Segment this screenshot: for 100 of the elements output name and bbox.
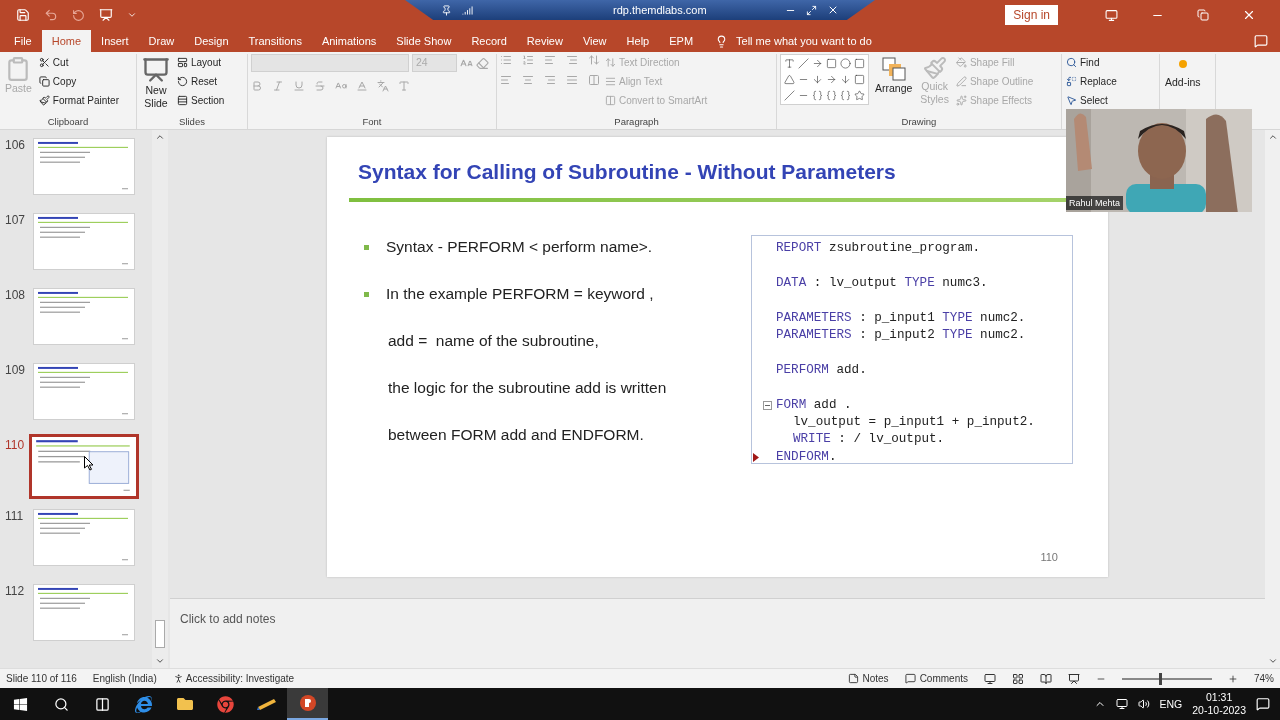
zoom-in-icon[interactable]	[1228, 673, 1238, 684]
reading-view-icon[interactable]	[1040, 672, 1052, 685]
powerpoint-icon[interactable]	[298, 694, 317, 712]
font-format-icon[interactable]	[356, 80, 368, 92]
ribbon-tab[interactable]: File	[4, 30, 42, 52]
ribbon-tab[interactable]: Draw	[138, 30, 185, 52]
ribbon-tab[interactable]: Record	[461, 30, 517, 52]
restore-icon[interactable]	[1197, 9, 1209, 21]
slide-thumbnail[interactable]	[29, 434, 139, 499]
scroll-down-icon[interactable]	[1267, 656, 1278, 666]
scroll-up-icon[interactable]	[1267, 132, 1278, 142]
list-format-icon[interactable]	[566, 54, 578, 66]
redo-icon[interactable]	[72, 8, 85, 22]
list-format-icon[interactable]	[544, 54, 556, 66]
alignment-icon[interactable]	[500, 74, 512, 86]
zoom-level[interactable]: 74%	[1254, 673, 1274, 684]
language-status[interactable]: English (India)	[92, 673, 157, 684]
undo-icon[interactable]	[44, 8, 58, 22]
scroll-down-icon[interactable]	[155, 656, 165, 666]
list-format-icon[interactable]	[500, 54, 512, 66]
save-icon[interactable]	[16, 8, 30, 22]
restore-icon[interactable]	[806, 4, 817, 16]
font-format-icon[interactable]	[314, 80, 326, 92]
comments-toggle[interactable]: Comments	[919, 673, 968, 684]
list-format-icon[interactable]	[588, 54, 600, 66]
alignment-icon[interactable]	[566, 74, 578, 86]
font-format-icon[interactable]	[335, 80, 347, 92]
comments-icon[interactable]	[1254, 34, 1268, 48]
ribbon-command[interactable]: Format Painter	[37, 92, 120, 109]
accessibility-status[interactable]: Accessibility: Investigate	[185, 673, 295, 684]
pin-icon[interactable]	[441, 4, 452, 16]
ribbon-display-icon[interactable]	[1104, 8, 1118, 22]
shapes-gallery[interactable]	[780, 54, 869, 105]
brace-icon	[826, 90, 837, 101]
ribbon-tab[interactable]: Help	[616, 30, 660, 52]
presentation-icon[interactable]	[99, 8, 113, 22]
volume-icon[interactable]	[1137, 698, 1150, 710]
notifications-icon[interactable]	[1256, 697, 1270, 711]
start-icon[interactable]	[13, 696, 28, 712]
font-format-icon[interactable]	[377, 80, 389, 92]
ribbon-command[interactable]: Layout	[176, 54, 226, 71]
scroll-up-icon[interactable]	[155, 132, 165, 142]
folder-icon[interactable]	[176, 696, 193, 712]
ribbon-tab[interactable]: Transitions	[238, 30, 312, 52]
font-format-icon[interactable]	[398, 80, 410, 92]
slide-sorter-icon[interactable]	[1012, 672, 1024, 685]
font-format-icon[interactable]	[272, 80, 284, 92]
add-ins-button[interactable]: Add-ins	[1163, 54, 1203, 91]
group-label: Drawing	[900, 114, 938, 129]
tell-me-field[interactable]: Tell me what you want to do	[734, 34, 915, 48]
list-format-icon[interactable]	[522, 54, 534, 66]
clock-date[interactable]: 20-10-2023	[1192, 704, 1246, 718]
ribbon-command[interactable]: Replace	[1065, 73, 1118, 90]
clock-time[interactable]: 01:31	[1206, 690, 1233, 704]
alignment-icon[interactable]	[588, 74, 600, 86]
ribbon-command[interactable]: Find	[1065, 54, 1118, 71]
browser-icon[interactable]	[135, 695, 152, 713]
scroll-thumb[interactable]	[155, 620, 165, 648]
ribbon-command[interactable]: Reset	[176, 73, 226, 90]
alignment-icon[interactable]	[544, 74, 556, 86]
alignment-icon[interactable]	[522, 74, 534, 86]
ribbon-command[interactable]: Cut	[37, 54, 120, 71]
ribbon-tab[interactable]: View	[572, 30, 617, 52]
ribbon-tab[interactable]: Animations	[311, 30, 387, 52]
close-icon[interactable]	[827, 4, 839, 16]
close-icon[interactable]	[1242, 8, 1256, 22]
chrome-icon[interactable]	[217, 695, 234, 713]
slide-show-icon[interactable]	[1068, 672, 1080, 685]
sign-in-button[interactable]: Sign in	[1005, 5, 1058, 25]
paintbrush-icon	[38, 95, 50, 106]
notes-placeholder[interactable]: Click to add notes	[180, 612, 276, 626]
slide-number: 110	[4, 438, 26, 452]
clear-formatting-icon[interactable]	[476, 56, 489, 70]
task-view-icon[interactable]	[95, 696, 110, 712]
font-format-icon[interactable]	[293, 80, 305, 92]
bullet-text: In the example PERFORM = keyword ,	[386, 285, 654, 303]
customize-icon[interactable]	[127, 10, 137, 20]
ribbon-tab[interactable]: Review	[516, 30, 573, 52]
new-slide-button[interactable]: New Slide	[140, 54, 172, 112]
ribbon-command[interactable]: Section	[176, 92, 226, 109]
normal-view-icon[interactable]	[984, 672, 996, 685]
scrollbar[interactable]	[1265, 130, 1280, 668]
ribbon-tab[interactable]: Home	[41, 30, 92, 52]
ribbon-tab[interactable]: EPM	[659, 30, 704, 52]
text-direction-icon	[605, 57, 616, 68]
search-icon[interactable]	[54, 696, 69, 712]
arrange-button[interactable]: Arrange	[873, 54, 915, 97]
ribbon-tab[interactable]: Design	[184, 30, 239, 52]
app-icon[interactable]	[255, 697, 278, 711]
input-language[interactable]: ENG	[1159, 698, 1183, 710]
scrollbar[interactable]	[152, 130, 168, 668]
ribbon-command[interactable]: Copy	[37, 73, 120, 90]
group-label: Slides	[178, 114, 206, 129]
font-format-icon[interactable]	[251, 80, 263, 92]
ribbon-tab[interactable]: Slide Show	[386, 30, 462, 52]
network-icon[interactable]	[1115, 698, 1128, 710]
ribbon-command[interactable]: Select	[1065, 92, 1118, 109]
font-name-field[interactable]	[251, 54, 409, 72]
notes-toggle[interactable]: Notes	[862, 673, 889, 684]
ribbon-tab[interactable]: Insert	[91, 30, 139, 52]
